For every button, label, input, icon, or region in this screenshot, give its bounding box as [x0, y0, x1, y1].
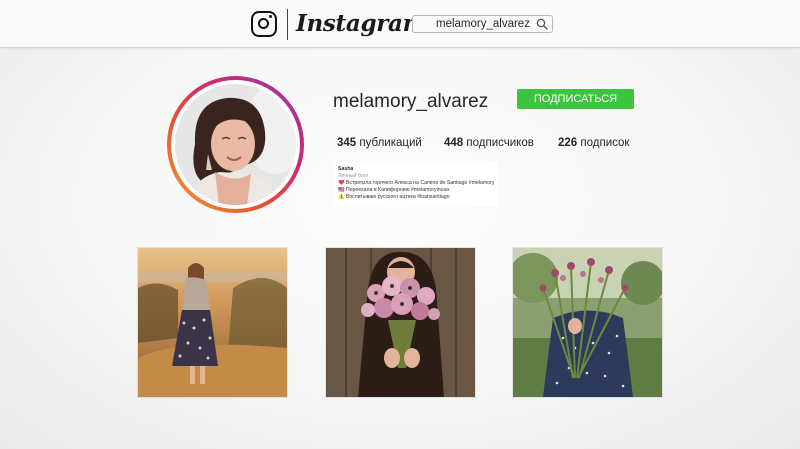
- bio-line: ⚠️ Воспитываю русского ацтека #loansanti…: [338, 194, 450, 200]
- search-value: melamory_alvarez: [436, 18, 530, 30]
- avatar-portrait-image: [175, 84, 296, 205]
- search-input[interactable]: melamory_alvarez: [412, 15, 553, 33]
- post-photo-flower-bouquet: [326, 248, 475, 397]
- following-count: 226: [558, 137, 578, 149]
- header-divider: [287, 9, 288, 40]
- bio-category: Личный блог: [338, 173, 369, 179]
- following-stat[interactable]: 226 подписок: [558, 136, 629, 150]
- profile-avatar[interactable]: [167, 76, 304, 213]
- post-thumbnail-1[interactable]: [138, 248, 287, 397]
- post-thumbnail-3[interactable]: [513, 248, 662, 397]
- follow-button[interactable]: ПОДПИСАТЬСЯ: [517, 89, 634, 109]
- search-icon[interactable]: [536, 18, 548, 30]
- bio-line: 🇺🇸 Переехала в Калифорнию #melamoryinusa: [338, 187, 450, 193]
- profile-bio: Sasha Личный блог ❤️ Встретила горячего …: [334, 163, 498, 206]
- bio-name: Sasha: [338, 166, 354, 172]
- avatar-white-border: [171, 80, 300, 209]
- posts-label: публикаций: [359, 137, 422, 149]
- post-thumbnail-2[interactable]: [326, 248, 475, 397]
- avatar-photo: [175, 84, 296, 205]
- bio-line: ❤️ Встретила горячего Алекса на Camino d…: [338, 180, 494, 186]
- camera-lens-shape: [258, 18, 269, 29]
- instagram-camera-icon[interactable]: [251, 11, 277, 37]
- post-photo-woman-in-field: [138, 248, 287, 397]
- instagram-wordmark[interactable]: Instagram: [296, 9, 427, 39]
- followers-count: 448: [444, 137, 464, 149]
- posts-stat[interactable]: 345 публикаций: [337, 136, 422, 150]
- profile-username: melamory_alvarez: [333, 91, 489, 112]
- following-label: подписок: [580, 137, 630, 149]
- posts-count: 345: [337, 137, 357, 149]
- top-navigation-bar: Instagram melamory_alvarez: [0, 0, 800, 48]
- camera-flash-dot: [269, 15, 272, 18]
- followers-stat[interactable]: 448 подписчиков: [444, 136, 534, 150]
- post-photo-garden-flowers: [513, 248, 662, 397]
- followers-label: подписчиков: [466, 137, 534, 149]
